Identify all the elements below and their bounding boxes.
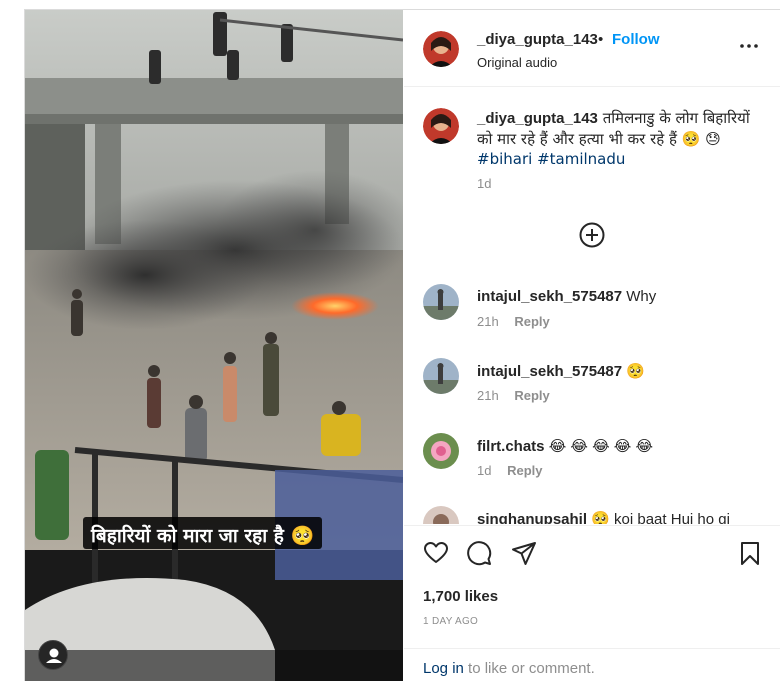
reply-button[interactable]: Reply <box>507 463 542 478</box>
comment-meta: 21h Reply <box>477 388 550 403</box>
avatar[interactable] <box>423 506 459 524</box>
heart-icon[interactable] <box>423 540 449 566</box>
comment-meta: 1d Reply <box>477 463 543 478</box>
plus-circle-icon[interactable] <box>578 221 606 249</box>
share-icon[interactable] <box>511 540 537 566</box>
comment-username[interactable]: intajul_sekh_575487 <box>477 288 622 305</box>
avatar[interactable] <box>423 108 459 144</box>
username-link[interactable]: _diya_gupta_143 <box>477 31 598 48</box>
comment-text: 🥺 koi baat Hui ho gi <box>591 511 730 524</box>
caption-username[interactable]: _diya_gupta_143 <box>477 110 598 127</box>
comment-body: filrt.chats 😂 😂 😂 😂 😂 <box>477 437 653 455</box>
comment-time: 21h <box>477 388 499 403</box>
comment-time: 21h <box>477 314 499 329</box>
comment-time: 1d <box>477 463 492 478</box>
video-caption-overlay: बिहारियों को मारा जा रहा है 🥺 <box>83 517 323 549</box>
login-link[interactable]: Log in <box>423 660 464 677</box>
comment-username[interactable]: intajul_sekh_575487 <box>477 363 622 380</box>
post-container: बिहारियों को मारा जा रहा है 🥺 _diya_gupt… <box>24 9 780 681</box>
reply-button[interactable]: Reply <box>514 388 549 403</box>
post-video[interactable]: बिहारियों को मारा जा रहा है 🥺 <box>25 10 403 681</box>
avatar[interactable] <box>423 433 459 469</box>
login-prompt: Log in to like or comment. <box>404 648 780 681</box>
comment-body: intajul_sekh_575487 🥺 <box>477 362 645 380</box>
action-bar: 1,700 likes 1 DAY AGO Log in to like or … <box>404 525 780 681</box>
more-horizontal-icon[interactable] <box>737 34 761 58</box>
likes-count[interactable]: 1,700 likes <box>423 588 498 605</box>
post-side-panel: _diya_gupta_143 • Follow Original audio <box>404 10 780 681</box>
comments-list[interactable]: _diya_gupta_143 तमिलनाडु के लोग बिहारियो… <box>404 88 780 524</box>
comment-text: 😂 😂 😂 😂 😂 <box>548 438 653 455</box>
bookmark-icon[interactable] <box>737 540 763 566</box>
comment-item: intajul_sekh_575487 Why 21h Reply <box>423 284 763 344</box>
comment-item: filrt.chats 😂 😂 😂 😂 😂 1d Reply <box>423 433 763 493</box>
comment-meta: 21h Reply <box>477 314 550 329</box>
hashtag-link[interactable]: #bihari <box>477 150 532 168</box>
post-date: 1 DAY AGO <box>423 616 479 627</box>
comment-body: singhanupsahil 🥺 koi baat Hui ho gi <box>477 510 730 524</box>
user-tag-icon[interactable] <box>38 640 68 670</box>
comment-text: Why <box>626 288 657 305</box>
comment-item: intajul_sekh_575487 🥺 21h Reply <box>423 358 763 418</box>
follow-button[interactable]: Follow <box>612 31 660 48</box>
avatar[interactable] <box>423 284 459 320</box>
video-frame <box>25 10 403 681</box>
comment-body: intajul_sekh_575487 Why <box>477 288 656 305</box>
post-header: _diya_gupta_143 • Follow Original audio <box>404 10 780 87</box>
caption-time: 1d <box>477 176 492 191</box>
hashtag-link[interactable]: #tamilnadu <box>537 150 625 168</box>
avatar[interactable] <box>423 358 459 394</box>
comment-item: singhanupsahil 🥺 koi baat Hui ho gi <box>423 506 763 524</box>
comment-username[interactable]: singhanupsahil <box>477 511 587 524</box>
separator-dot: • <box>598 31 604 48</box>
comment-icon[interactable] <box>466 540 492 566</box>
login-suffix: to like or comment. <box>463 660 595 677</box>
avatar[interactable] <box>423 31 459 67</box>
reply-button[interactable]: Reply <box>514 314 549 329</box>
comment-username[interactable]: filrt.chats <box>477 438 545 455</box>
caption-text: _diya_gupta_143 तमिलनाडु के लोग बिहारियो… <box>477 108 767 169</box>
audio-link[interactable]: Original audio <box>477 55 557 70</box>
comment-text: 🥺 <box>626 363 645 380</box>
